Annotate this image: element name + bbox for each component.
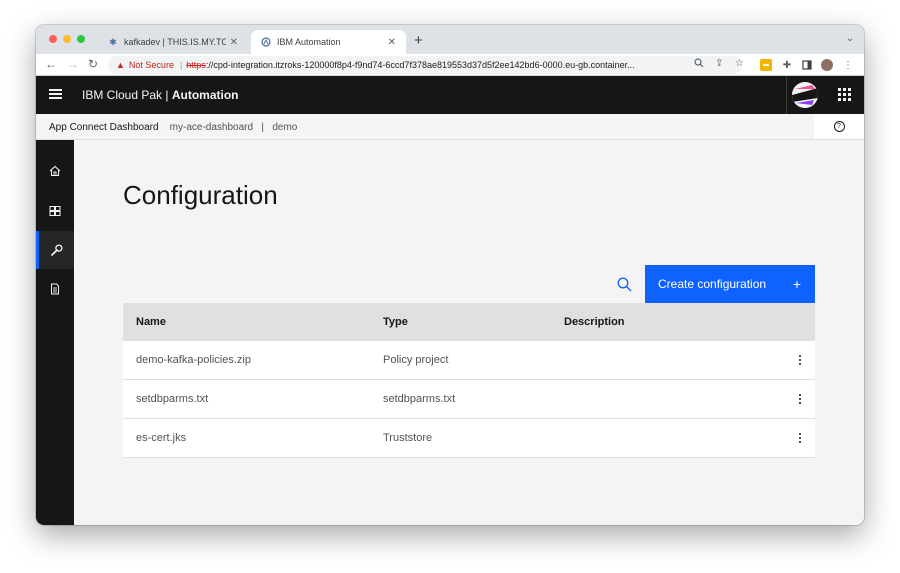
tab-kafkadev[interactable]: ✱ kafkadev | THIS.IS.MY.TOPIC | ✕ xyxy=(98,30,248,54)
configuration-table: Name Type Description demo-kafka-policie… xyxy=(123,303,815,458)
tab-strip: ✱ kafkadev | THIS.IS.MY.TOPIC | ✕ IBM Au… xyxy=(36,25,864,54)
profile-avatar-icon[interactable] xyxy=(821,59,833,71)
table-header: Name Type Description xyxy=(123,303,815,341)
page-title: Configuration xyxy=(123,180,278,210)
back-arrow-icon[interactable]: ← xyxy=(45,57,57,71)
home-icon xyxy=(49,165,61,177)
dashboard-icon xyxy=(49,206,61,216)
app-brand[interactable]: IBM Cloud Pak | Automation xyxy=(82,88,238,102)
side-panel-icon[interactable] xyxy=(801,59,813,71)
menu-icon[interactable] xyxy=(49,89,62,100)
maximize-window-button[interactable] xyxy=(77,35,85,43)
omnibox-divider: | xyxy=(179,60,183,70)
minimize-window-button[interactable] xyxy=(63,35,71,43)
cell-name: demo-kafka-policies.zip xyxy=(136,354,251,366)
app-header: IBM Cloud Pak | Automation xyxy=(36,76,864,114)
create-configuration-label: Create configuration xyxy=(658,277,767,291)
user-avatar-icon[interactable] xyxy=(792,82,818,108)
tab-ibm-automation[interactable]: IBM Automation ✕ xyxy=(251,30,406,54)
column-header-name: Name xyxy=(136,316,166,328)
kebab-icon xyxy=(798,433,802,443)
help-button[interactable]: ? xyxy=(814,114,864,139)
zoom-icon[interactable] xyxy=(694,58,704,71)
reload-icon[interactable]: ↻ xyxy=(88,57,98,71)
search-button[interactable] xyxy=(605,265,643,303)
cell-name: setdbparms.txt xyxy=(136,393,209,405)
brand-prefix: IBM Cloud Pak | xyxy=(82,88,172,102)
cell-type: Policy project xyxy=(383,354,449,366)
security-status[interactable]: Not Secure xyxy=(129,60,174,70)
table-row[interactable]: es-cert.jks Truststore xyxy=(123,419,815,458)
app-container: IBM Cloud Pak | Automation App Connect D… xyxy=(36,76,864,525)
forward-arrow-icon[interactable]: → xyxy=(67,57,79,71)
close-window-button[interactable] xyxy=(49,35,57,43)
header-divider xyxy=(786,76,787,114)
column-header-type: Type xyxy=(383,316,408,328)
cell-type: Truststore xyxy=(383,432,433,444)
close-tab-icon[interactable]: ✕ xyxy=(388,37,396,48)
breadcrumb-namespace[interactable]: demo xyxy=(272,122,297,133)
browser-menu-icon[interactable]: ⋮ xyxy=(842,59,854,71)
plus-icon: + xyxy=(792,276,801,292)
tab-title: IBM Automation xyxy=(277,37,341,47)
document-icon xyxy=(51,283,59,295)
column-header-description: Description xyxy=(564,316,625,328)
overflow-menu-button[interactable] xyxy=(784,355,815,365)
kafka-icon: ✱ xyxy=(109,36,117,47)
url-text: ://cpd-integration.itzroks-120000f8p4-f9… xyxy=(205,60,635,70)
help-icon: ? xyxy=(833,121,845,132)
overflow-menu-button[interactable] xyxy=(784,394,815,404)
side-nav xyxy=(36,140,74,525)
new-tab-button[interactable]: + xyxy=(414,32,423,49)
breadcrumb-app[interactable]: App Connect Dashboard xyxy=(49,122,159,133)
sidebar-item-dashboard[interactable] xyxy=(36,192,74,230)
extensions-puzzle-icon[interactable]: ✚ xyxy=(781,59,793,71)
kebab-icon xyxy=(798,355,802,365)
browser-toolbar: ← → ↻ ▲ Not Secure | https ://cpd-integr… xyxy=(36,54,864,76)
extension-icon[interactable]: ▬ xyxy=(760,59,772,71)
app-switcher-icon[interactable] xyxy=(838,88,851,101)
wrench-icon xyxy=(50,243,63,256)
sidebar-item-documents[interactable] xyxy=(36,270,74,308)
table-row[interactable]: setdbparms.txt setdbparms.txt xyxy=(123,380,815,419)
breadcrumb-separator: | xyxy=(261,122,264,133)
breadcrumb: App Connect Dashboard my-ace-dashboard |… xyxy=(36,114,864,140)
browser-window: ✱ kafkadev | THIS.IS.MY.TOPIC | ✕ IBM Au… xyxy=(36,25,864,525)
tab-search-chevron-icon[interactable]: ⌄ xyxy=(846,33,854,44)
kebab-icon xyxy=(798,394,802,404)
overflow-menu-button[interactable] xyxy=(784,433,815,443)
share-icon[interactable]: ⇪ xyxy=(715,58,723,69)
ibm-automation-icon xyxy=(261,37,271,47)
create-configuration-button[interactable]: Create configuration + xyxy=(645,265,815,303)
breadcrumb-dashboard[interactable]: my-ace-dashboard xyxy=(170,122,253,133)
sidebar-item-configuration[interactable] xyxy=(36,231,74,269)
search-icon xyxy=(617,277,631,291)
address-bar[interactable]: ▲ Not Secure | https ://cpd-integration.… xyxy=(108,56,742,74)
close-tab-icon[interactable]: ✕ xyxy=(230,37,238,48)
url-scheme: https xyxy=(186,60,206,70)
cell-type: setdbparms.txt xyxy=(383,393,456,405)
table-row[interactable]: demo-kafka-policies.zip Policy project xyxy=(123,341,815,380)
warning-icon: ▲ xyxy=(116,60,125,70)
cell-name: es-cert.jks xyxy=(136,432,187,444)
brand-product: Automation xyxy=(171,88,239,102)
sidebar-item-home[interactable] xyxy=(36,152,74,190)
bookmark-star-icon[interactable]: ☆ xyxy=(735,58,744,69)
main-content: Configuration Create configuration + Nam… xyxy=(74,140,864,525)
tab-title: kafkadev | THIS.IS.MY.TOPIC | xyxy=(124,37,226,47)
